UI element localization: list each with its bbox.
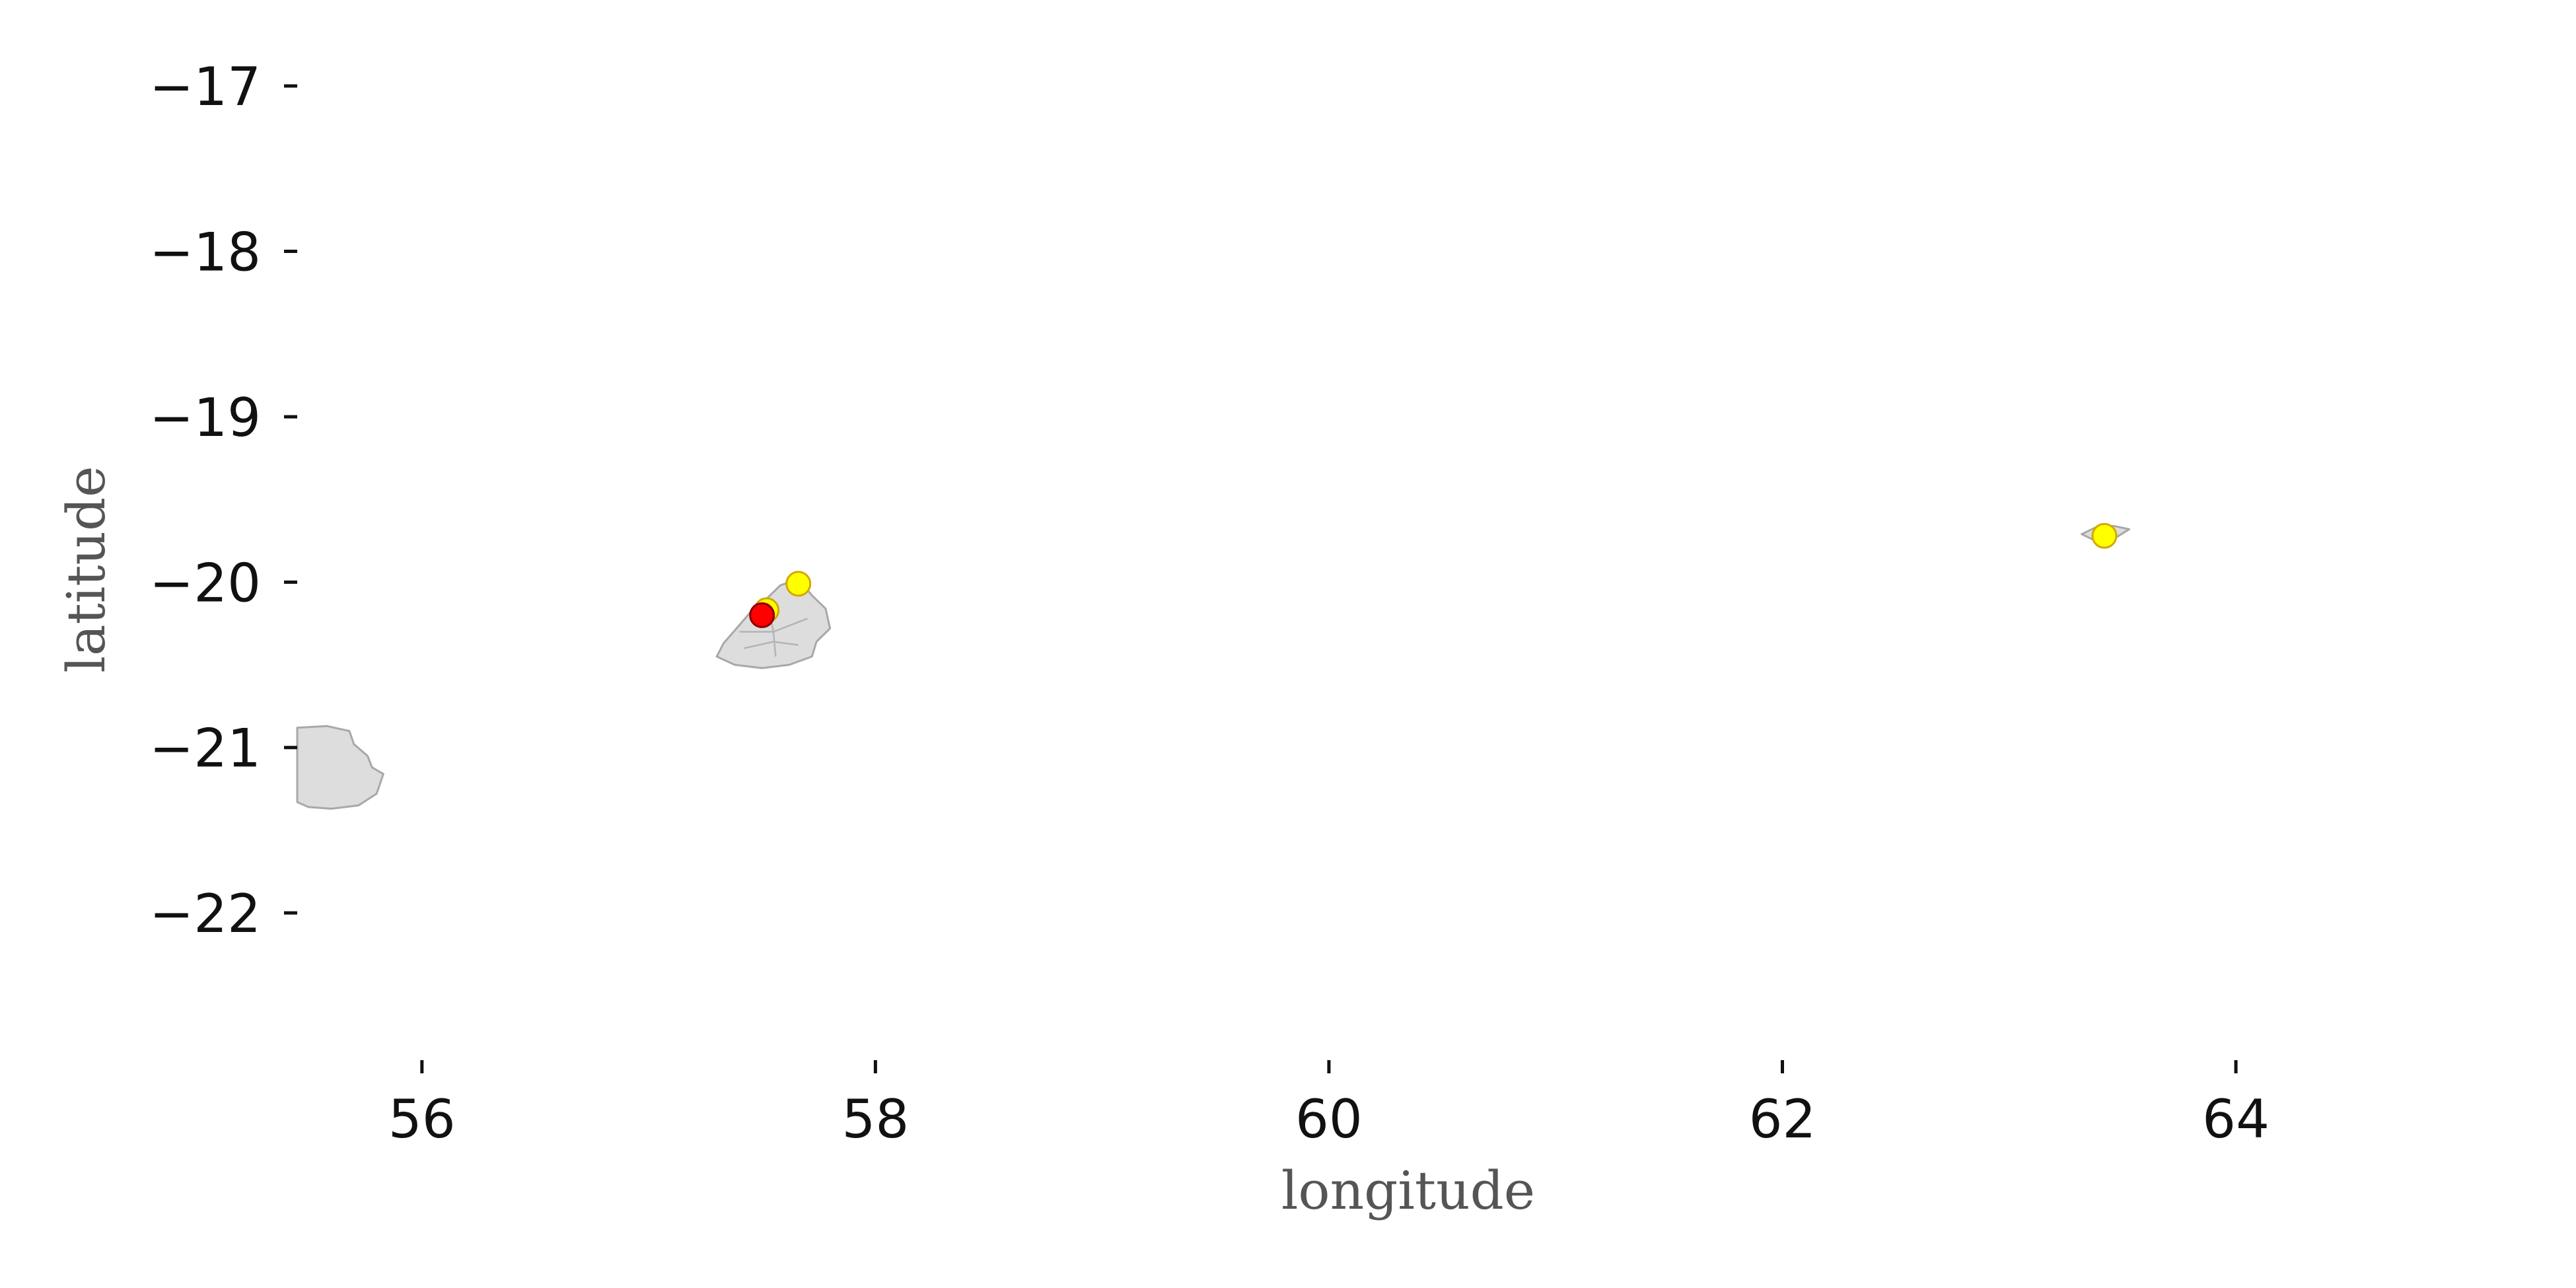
- point-marker: [785, 571, 812, 597]
- y-tick-label: −18: [149, 222, 261, 283]
- x-tick-label: 60: [1295, 1089, 1363, 1150]
- y-tick-label: −19: [149, 387, 261, 448]
- y-axis: −17 −18 −19 −20 −21 −22: [149, 56, 297, 945]
- y-tick-label: −17: [149, 56, 261, 118]
- x-axis-title: longitude: [1281, 1160, 1535, 1221]
- x-tick-label: 62: [1749, 1089, 1816, 1150]
- x-axis: 56 58 60 62 64: [388, 1060, 2270, 1150]
- y-tick-label: −20: [149, 552, 261, 614]
- basemap: [296, 524, 2131, 810]
- y-axis-title: latitude: [55, 466, 117, 672]
- x-tick-label: 56: [388, 1089, 456, 1150]
- landmass-r-union-partial: [296, 725, 384, 810]
- point-marker: [749, 602, 775, 628]
- landmass-mauritius: [715, 577, 832, 669]
- map-figure: 56 58 60 62 64 −17−18−19−20−21−22 longitude …: [55, 56, 2270, 1221]
- x-tick-label: 64: [2202, 1089, 2270, 1150]
- y-tick-label: −21: [149, 718, 261, 779]
- y-tick-label: −22: [149, 883, 261, 945]
- point-marker: [2091, 522, 2118, 549]
- point-markers: [749, 522, 2118, 628]
- x-tick-label: 58: [841, 1089, 909, 1150]
